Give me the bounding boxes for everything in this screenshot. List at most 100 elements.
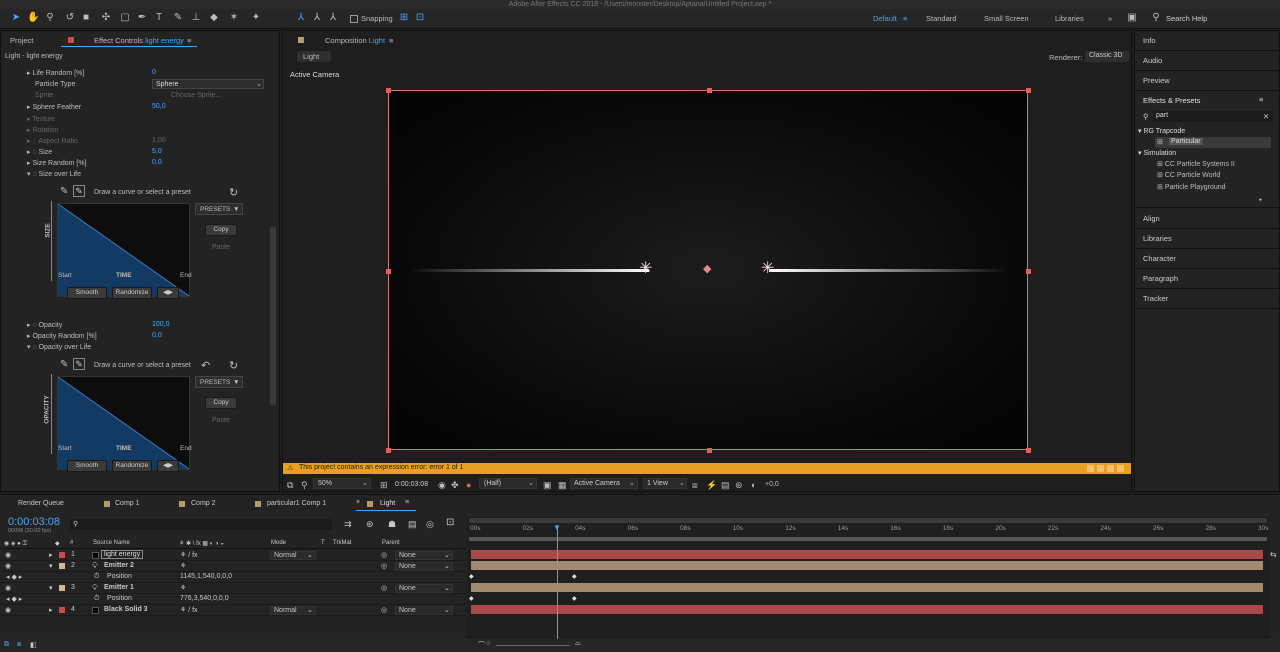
layer-handle-bl[interactable] [386,448,391,453]
tab-effect-controls[interactable]: Effect Controls light energy [94,36,184,45]
draft-3d-icon[interactable]: ⊛ [366,519,374,530]
keyframe-icon[interactable]: ◆ [572,595,577,602]
zoom-slider-handle-icon[interactable]: ○ [486,640,490,647]
prop-size-value[interactable]: 5,0 [152,148,162,155]
layer-switches-icons[interactable]: ⚘ / fx [180,606,198,614]
comp-button-icon[interactable]: ⇆ [1270,550,1277,559]
region-of-interest-icon[interactable]: ▣ [543,480,552,491]
prop-size-random-value[interactable]: 0,0 [152,159,162,166]
transparency-grid-icon[interactable]: ▦ [558,480,567,491]
rectangle-tool-icon[interactable]: ▢ [119,12,131,24]
prop-opacity-over-life[interactable]: ▾ ◌ Opacity over Life [27,343,91,351]
layer-label-color[interactable] [59,607,65,613]
pixel-aspect-icon[interactable]: ⧈ [692,480,698,491]
hand-tool-icon[interactable]: ✋ [27,12,39,24]
opacity-presets-dropdown[interactable]: PRESETS ▼ [195,376,243,388]
workspace-standard[interactable]: Standard [926,14,956,23]
hide-shy-layers-icon[interactable]: ☗ [388,519,396,530]
prop-size[interactable]: ▸ ◌ Size [27,148,52,156]
reset-exposure-icon[interactable]: ◐ [751,480,756,490]
panel-preview[interactable]: Preview [1143,76,1170,85]
panel-audio[interactable]: Audio [1143,56,1162,65]
undo-curve-icon[interactable]: ↶ [201,359,210,372]
more-workspaces-icon[interactable]: » [1108,14,1112,23]
layer-parent-dropdown[interactable]: None ⌄ [395,562,453,571]
pickwhip-icon[interactable]: ◎ [381,606,387,614]
emitter-2-point-icon[interactable]: ✳ [639,261,652,277]
clone-stamp-tool-icon[interactable]: ⊥ [190,12,202,24]
layer-switches-icons[interactable]: ⚘ / fx [180,551,198,559]
layer-label-color[interactable] [59,585,65,591]
prop-rotation[interactable]: ▸ Rotation [27,126,59,134]
prop-life-random[interactable]: ▸ Life Random [%] [27,69,84,77]
tab-render-queue[interactable]: Render Queue [18,500,64,507]
keyframe-nav-icons[interactable]: ◂ ◆ ▸ [6,595,22,603]
layer-handle-tl[interactable] [386,88,391,93]
prop-sphere-feather-value[interactable]: 50,0 [152,103,166,110]
eraser-tool-icon[interactable]: ◆ [208,12,220,24]
layer-collapse-icon[interactable]: ▾ [49,584,53,592]
prop-sphere-feather[interactable]: ▸ Sphere Feather [27,103,81,111]
panel-libraries[interactable]: Libraries [1143,234,1172,243]
layer-label-color[interactable] [59,552,65,558]
comp-sub-tab[interactable]: Light [297,51,331,62]
close-tab-icon[interactable]: × [356,499,360,506]
pencil-draw-icon[interactable]: ✎ [73,185,85,197]
motion-blur-icon[interactable]: ◎ [426,519,434,530]
layer-mode-dropdown[interactable]: Normal ⌄ [270,606,316,615]
opacity-curve-graph[interactable] [57,376,190,470]
visibility-eye-icon[interactable]: ◉ [5,584,11,592]
layer-name[interactable]: Emitter 1 [104,584,134,591]
workspace-default[interactable]: Default [873,14,897,23]
layer-handle-br[interactable] [1026,448,1031,453]
group-simulation[interactable]: ▾ Simulation [1138,149,1176,157]
sync-settings-icon[interactable]: ▣ [1126,12,1138,24]
prop-life-random-value[interactable]: 0 [152,69,156,76]
prop-size-random[interactable]: ▸ Size Random [%] [27,159,87,167]
magnify-icon[interactable]: ⚲ [301,480,308,491]
pencil-draw-icon[interactable]: ✎ [73,358,85,370]
panel-effects-presets-title[interactable]: Effects & Presets [1143,96,1200,105]
layer-name[interactable]: Emitter 2 [104,562,134,569]
expression-error-bar[interactable]: ⚠ This project contains an expression er… [283,463,1131,474]
comp-panel-menu-icon[interactable]: ≡ [389,36,393,45]
camera-tool-icon[interactable]: ■ [80,12,92,24]
graph-editor-icon[interactable]: ⊡ [446,517,454,528]
flowchart-icon[interactable]: ⊛ [735,480,743,491]
zoom-out-icon[interactable]: ⌒ [478,640,485,650]
view-layout-dropdown[interactable]: 1 View ⌄ [643,478,687,489]
new-folder-icon[interactable]: ▪ [1259,195,1262,204]
stopwatch-icon[interactable]: ⏱︎ [94,573,99,581]
position-value[interactable]: 1145,1,540,0,0,0 [180,573,232,580]
group-rg-trapcode[interactable]: ▾ RG Trapcode [1138,127,1185,135]
opacity-flip-button[interactable]: ◀▶ [157,460,179,472]
property-row-position-1[interactable]: ◂ ◆ ▸ ⏱︎ Position 776,3,540,0,0,0 [0,594,466,605]
pan-behind-tool-icon[interactable]: ✣ [100,12,112,24]
tab-light[interactable]: Light [380,500,395,507]
clear-search-icon[interactable]: ✕ [1263,112,1269,121]
effect-controls-scrollbar[interactable] [270,226,276,406]
timeline-track-area[interactable]: 00s 02s 04s 06s 08s 10s 12s 14s 16s 18s 20s 22s 24s 2… [467,517,1269,645]
world-axis-icon[interactable]: ⅄ [311,12,323,24]
prop-texture[interactable]: ▸ Texture [27,115,55,123]
size-smooth-button[interactable]: Smooth [67,287,107,299]
size-presets-dropdown[interactable]: PRESETS ▼ [195,203,243,215]
size-paste-button[interactable]: Paste [212,244,230,251]
snap-feather-icon[interactable]: ⊡ [414,12,426,24]
opacity-paste-button[interactable]: Paste [212,417,230,424]
layer-handle-bc[interactable] [707,448,712,453]
size-copy-button[interactable]: Copy [205,224,237,236]
snapshot-icon[interactable]: ◉ [438,480,446,491]
error-next-button[interactable] [1097,465,1104,472]
error-close-button[interactable] [1117,465,1124,472]
keyframe-icon[interactable]: ◆ [572,573,577,580]
timeline-search-input[interactable]: ⚲ [70,519,332,530]
panel-paragraph[interactable]: Paragraph [1143,274,1178,283]
layer-mode-dropdown[interactable]: Normal ⌄ [270,551,316,560]
emitter-1-point-icon[interactable]: ✳ [761,261,774,277]
panel-align[interactable]: Align [1143,214,1160,223]
current-time-indicator[interactable] [557,526,558,644]
roto-brush-tool-icon[interactable]: ✶ [228,12,240,24]
prop-aspect-ratio[interactable]: ▸ ◌ Aspect Ratio [27,137,78,145]
timeline-menu-icon[interactable]: ≡ [405,499,409,506]
